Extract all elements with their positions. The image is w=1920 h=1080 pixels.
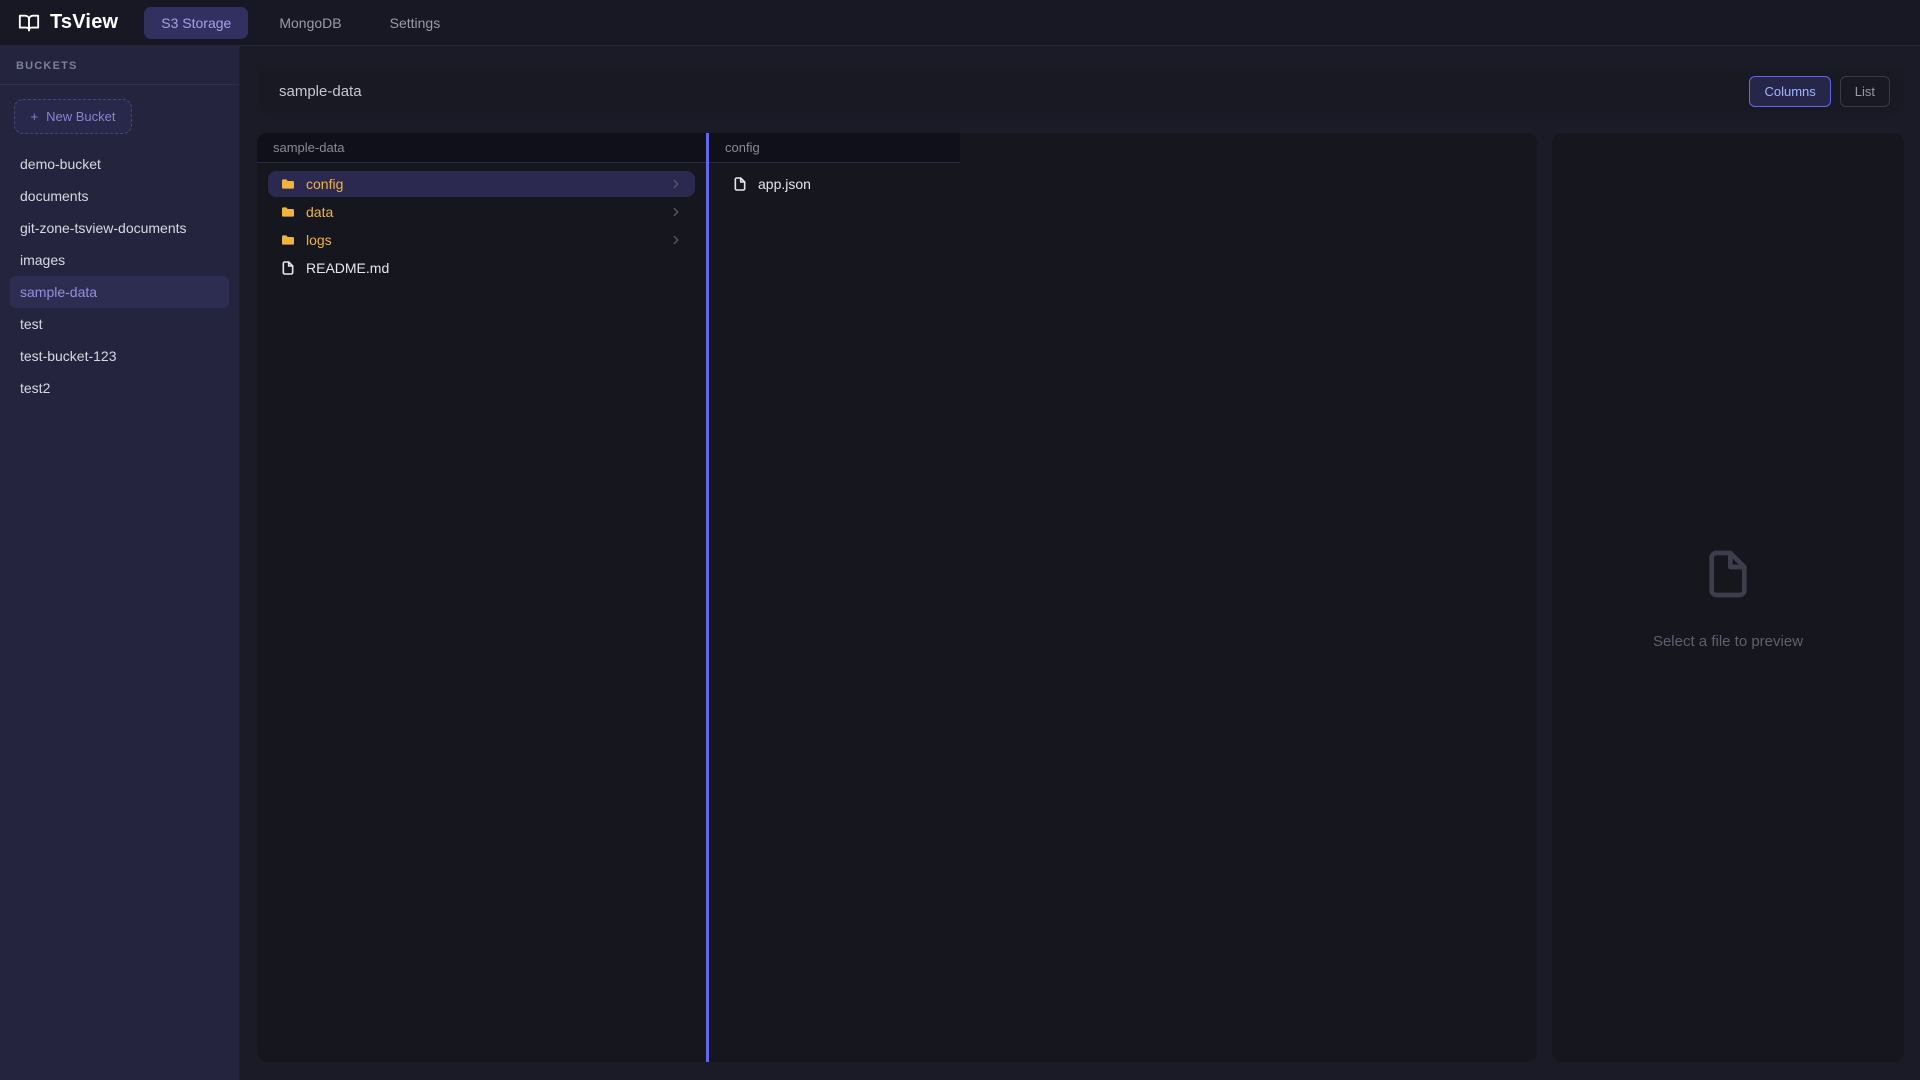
view-toggle: Columns List xyxy=(1749,76,1890,107)
main-area: sample-data Columns List sample-dataconf… xyxy=(240,46,1920,1080)
entry-label: config xyxy=(306,176,343,192)
sidebar-bucket-test-bucket-123[interactable]: test-bucket-123 xyxy=(10,340,229,372)
book-icon xyxy=(18,12,40,34)
chevron-right-icon xyxy=(669,177,683,191)
preview-placeholder-text: Select a file to preview xyxy=(1653,633,1803,650)
buckets-sidebar: BUCKETS + New Bucket demo-bucketdocument… xyxy=(0,46,240,1080)
folder-icon xyxy=(280,204,296,220)
column-body: config data logs README.md xyxy=(257,163,706,289)
sidebar-bucket-documents[interactable]: documents xyxy=(10,180,229,212)
buckets-section-title: BUCKETS xyxy=(0,46,239,85)
entry-label: README.md xyxy=(306,260,389,276)
chevron-right-icon xyxy=(669,233,683,247)
file-column-config: config app.json xyxy=(709,133,960,1062)
chevron-right-icon xyxy=(669,205,683,219)
bucket-header-bar: sample-data Columns List xyxy=(257,69,1904,113)
nav-tabs: S3 Storage MongoDB Settings xyxy=(144,7,457,39)
tab-s3-storage[interactable]: S3 Storage xyxy=(144,7,248,39)
folder-icon xyxy=(280,232,296,248)
sidebar-bucket-demo-bucket[interactable]: demo-bucket xyxy=(10,148,229,180)
new-bucket-label: New Bucket xyxy=(46,109,115,124)
entry-label: data xyxy=(306,204,333,220)
column-header: sample-data xyxy=(257,133,706,163)
page-title: sample-data xyxy=(279,83,362,100)
column-header: config xyxy=(709,133,960,163)
content-panes: sample-dataconfigdatalogsREADME.mdconfig… xyxy=(257,133,1904,1062)
sidebar-bucket-sample-data[interactable]: sample-data xyxy=(10,276,229,308)
sidebar-bucket-images[interactable]: images xyxy=(10,244,229,276)
sidebar-bucket-git-zone-tsview-documents[interactable]: git-zone-tsview-documents xyxy=(10,212,229,244)
new-bucket-button[interactable]: + New Bucket xyxy=(14,99,132,134)
top-navbar: TsView S3 Storage MongoDB Settings xyxy=(0,0,1920,46)
tab-settings[interactable]: Settings xyxy=(373,7,458,39)
app-title: TsView xyxy=(50,11,118,34)
app-brand: TsView xyxy=(18,11,118,34)
sidebar-bucket-test[interactable]: test xyxy=(10,308,229,340)
file-entry-README.md[interactable]: README.md xyxy=(268,255,695,281)
folder-icon xyxy=(280,176,296,192)
file-icon xyxy=(280,260,296,276)
file-preview-icon xyxy=(1700,546,1756,607)
entry-label: app.json xyxy=(758,176,811,192)
tab-mongodb[interactable]: MongoDB xyxy=(262,7,358,39)
folder-entry-data[interactable]: data xyxy=(268,199,695,225)
sidebar-bucket-test2[interactable]: test2 xyxy=(10,372,229,404)
folder-entry-config[interactable]: config xyxy=(268,171,695,197)
columns-view-button[interactable]: Columns xyxy=(1749,76,1830,107)
miller-columns-panel: sample-dataconfigdatalogsREADME.mdconfig… xyxy=(257,133,1537,1062)
file-column-sample-data: sample-data config data logs README.md xyxy=(257,133,709,1062)
file-preview-panel: Select a file to preview xyxy=(1552,133,1904,1062)
folder-entry-logs[interactable]: logs xyxy=(268,227,695,253)
file-entry-app.json[interactable]: app.json xyxy=(720,171,949,197)
file-icon xyxy=(732,176,748,192)
bucket-list: demo-bucketdocumentsgit-zone-tsview-docu… xyxy=(0,144,239,408)
plus-icon: + xyxy=(31,109,39,124)
entry-label: logs xyxy=(306,232,332,248)
list-view-button[interactable]: List xyxy=(1840,76,1890,107)
column-body: app.json xyxy=(709,163,960,205)
